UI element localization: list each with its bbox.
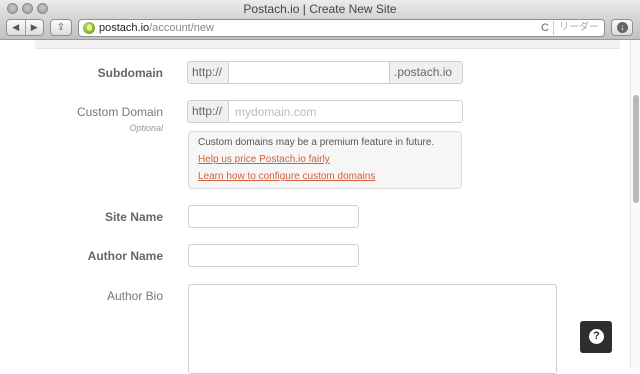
author-name-label: Author Name [87,249,163,263]
author-bio-textarea[interactable] [188,284,557,374]
subdomain-suffix: .postach.io [389,62,462,83]
question-mark-icon: ? [589,329,604,344]
configure-domains-link[interactable]: Learn how to configure custom domains [198,171,375,182]
author-bio-label: Author Bio [106,289,163,303]
forward-arrow-icon[interactable]: ▶ [24,20,44,35]
site-name-input[interactable] [188,205,359,228]
subdomain-input[interactable] [229,62,389,83]
reload-icon[interactable]: C [541,22,549,34]
address-bar[interactable]: postach.io/account/new C リーダー [78,19,605,37]
scrollbar-thumb[interactable] [633,95,639,203]
reader-button[interactable]: リーダー [553,21,604,35]
url-path: /account/new [149,22,214,34]
custom-domain-info: Custom domains may be a premium feature … [188,131,462,189]
subdomain-label: Subdomain [97,66,163,80]
url-text[interactable]: postach.io/account/new [99,22,214,34]
custom-domain-input[interactable] [229,101,462,122]
page-content: Subdomain http:// .postach.io Custom Dom… [0,40,630,374]
custom-domain-label: Custom Domain [76,105,163,119]
window-titlebar: Postach.io | Create New Site [0,0,640,17]
back-forward-group: ◀ ▶ [6,19,44,36]
custom-domain-prefix: http:// [188,101,229,122]
custom-domain-optional: Optional [129,123,163,133]
subdomain-prefix: http:// [188,62,229,83]
help-button[interactable]: ? [580,321,612,353]
url-host: postach.io [99,22,150,34]
author-name-input[interactable] [188,244,359,267]
share-icon[interactable]: ⇪ [50,19,72,36]
pricing-help-link[interactable]: Help us price Postach.io fairly [198,154,330,165]
back-arrow-icon[interactable]: ◀ [7,20,25,35]
page-scrollbar[interactable] [630,40,640,369]
browser-toolbar: ◀ ▶ ⇪ postach.io/account/new C リーダー [0,17,640,40]
header-strip [35,40,620,49]
downloads-icon[interactable] [611,19,633,36]
subdomain-input-group: http:// .postach.io [187,61,463,84]
window-title: Postach.io | Create New Site [243,2,397,16]
site-name-label: Site Name [104,210,163,224]
info-text: Custom domains may be a premium feature … [198,137,435,148]
custom-domain-input-group: http:// [187,100,463,123]
site-favicon-icon [83,22,95,34]
